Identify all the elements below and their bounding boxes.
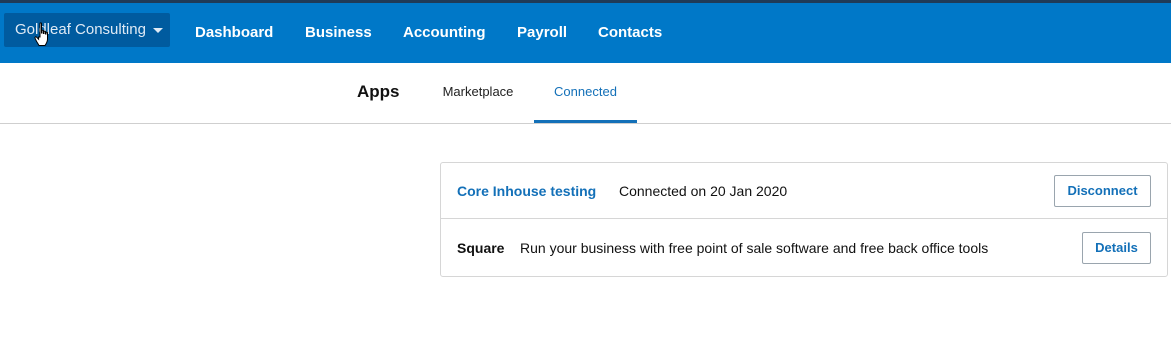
app-name: Square: [457, 240, 505, 256]
nav-payroll[interactable]: Payroll: [517, 3, 567, 63]
connected-apps-list: Core Inhouse testing Connected on 20 Jan…: [440, 162, 1168, 277]
tab-marketplace[interactable]: Marketplace: [436, 63, 520, 123]
details-button[interactable]: Details: [1082, 232, 1151, 264]
app-description: Run your business with free point of sal…: [520, 240, 989, 256]
nav-business[interactable]: Business: [305, 3, 372, 63]
page-title: Apps: [357, 82, 400, 101]
nav-contacts[interactable]: Contacts: [598, 3, 662, 63]
nav-accounting[interactable]: Accounting: [403, 3, 486, 63]
tab-connected[interactable]: Connected: [534, 63, 637, 123]
app-name-link[interactable]: Core Inhouse testing: [457, 163, 596, 219]
nav-dashboard[interactable]: Dashboard: [195, 3, 273, 63]
caret-down-icon: [153, 28, 163, 33]
main-navbar: [0, 3, 1171, 63]
disconnect-button[interactable]: Disconnect: [1054, 175, 1151, 207]
list-item: Square Run your business with free point…: [441, 220, 1167, 276]
list-item: Core Inhouse testing Connected on 20 Jan…: [441, 163, 1167, 219]
organisation-switcher-button[interactable]: Goldleaf Consulting: [4, 13, 170, 47]
connection-status: Connected on 20 Jan 2020: [619, 183, 788, 199]
hand-pointer-icon: [34, 22, 48, 46]
